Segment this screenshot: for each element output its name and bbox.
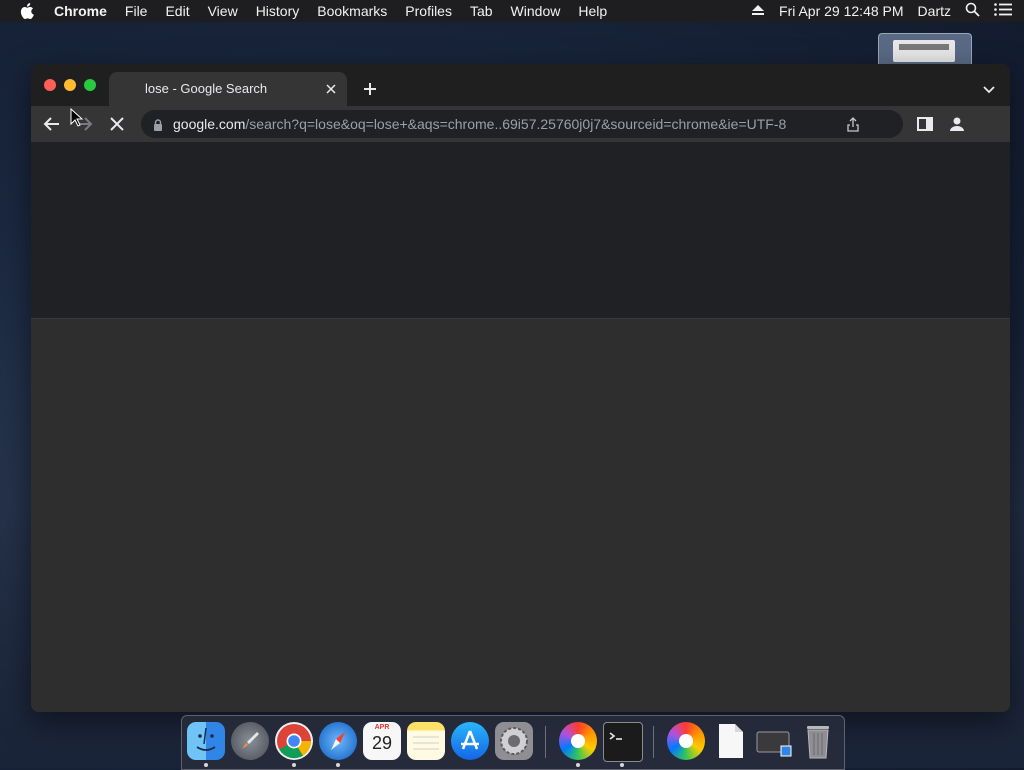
- page-header-area: [31, 142, 1010, 319]
- menu-tab[interactable]: Tab: [470, 3, 493, 19]
- window-zoom-button[interactable]: [84, 79, 96, 91]
- eject-icon[interactable]: [751, 3, 765, 19]
- finder-running-indicator: [204, 763, 208, 767]
- menu-view[interactable]: View: [208, 3, 238, 19]
- menu-bookmarks[interactable]: Bookmarks: [317, 3, 387, 19]
- menu-profiles[interactable]: Profiles: [405, 3, 452, 19]
- launchpad-icon[interactable]: [231, 722, 269, 760]
- finder-icon[interactable]: [187, 722, 225, 760]
- page-content-area: [31, 319, 1010, 712]
- new-tab-button[interactable]: [361, 80, 379, 98]
- menu-edit[interactable]: Edit: [165, 3, 189, 19]
- window-minimize-button[interactable]: [64, 79, 76, 91]
- dock-separator: [653, 726, 654, 758]
- spotlight-search-icon[interactable]: [965, 2, 980, 20]
- notes-icon[interactable]: [407, 722, 445, 760]
- color-picker-icon[interactable]: [559, 722, 597, 760]
- tab-close-icon[interactable]: [323, 81, 339, 97]
- share-icon[interactable]: [846, 116, 860, 132]
- tab-search-chevron-icon[interactable]: [982, 82, 996, 94]
- screenshot-thumbnail[interactable]: [878, 33, 972, 64]
- apple-menu-icon[interactable]: [20, 3, 36, 19]
- tab-active[interactable]: lose - Google Search: [109, 72, 347, 106]
- address-bar[interactable]: google.com/search?q=lose&oq=lose+&aqs=ch…: [141, 110, 903, 138]
- screen-icon[interactable]: [755, 722, 793, 760]
- terminal-icon[interactable]: [603, 722, 643, 762]
- menu-file[interactable]: File: [125, 3, 148, 19]
- menu-bar: Chrome File Edit View History Bookmarks …: [0, 0, 1024, 22]
- tab-strip: lose - Google Search: [31, 64, 1010, 106]
- menu-window[interactable]: Window: [511, 3, 561, 19]
- side-panel-button[interactable]: [915, 114, 935, 134]
- safari-icon[interactable]: [319, 722, 357, 760]
- url-text[interactable]: google.com/search?q=lose&oq=lose+&aqs=ch…: [173, 116, 786, 132]
- window-close-button[interactable]: [44, 79, 56, 91]
- calendar-icon[interactable]: APR 29: [363, 722, 401, 760]
- profile-avatar-button[interactable]: [947, 114, 967, 134]
- tab-title: lose - Google Search: [145, 81, 268, 96]
- menu-history[interactable]: History: [256, 3, 300, 19]
- clock-datetime[interactable]: Fri Apr 29 12:48 PM: [779, 3, 904, 19]
- trash-icon[interactable]: [799, 722, 837, 760]
- chrome-running-indicator: [292, 763, 296, 767]
- color-picker-icon[interactable]: [667, 722, 705, 760]
- chrome-icon[interactable]: [275, 722, 313, 760]
- notification-center-icon[interactable]: [994, 3, 1012, 19]
- document-icon[interactable]: [711, 722, 749, 760]
- app-store-icon[interactable]: [451, 722, 489, 760]
- back-button[interactable]: [42, 114, 62, 134]
- user-name[interactable]: Dartz: [918, 3, 951, 19]
- dock-separator: [545, 726, 546, 758]
- stop-loading-button[interactable]: [107, 114, 127, 134]
- browser-toolbar: google.com/search?q=lose&oq=lose+&aqs=ch…: [31, 106, 1010, 142]
- system-preferences-icon[interactable]: [495, 722, 533, 760]
- menu-help[interactable]: Help: [578, 3, 607, 19]
- mouse-cursor-icon: [70, 107, 84, 128]
- chrome-window: lose - Google Search google.com/search?q…: [31, 64, 1010, 712]
- dock: APR 29: [181, 715, 845, 770]
- calendar-day: 29: [371, 733, 393, 753]
- url-path: /search?q=lose&oq=lose+&aqs=chrome..69i5…: [245, 116, 787, 132]
- menu-app-name[interactable]: Chrome: [54, 3, 107, 19]
- calendar-month: APR: [374, 724, 390, 731]
- url-domain: google.com: [173, 116, 246, 132]
- color-picker-running-indicator: [576, 763, 580, 767]
- safari-running-indicator: [336, 763, 340, 767]
- terminal-running-indicator: [620, 763, 624, 767]
- lock-icon[interactable]: [153, 118, 163, 131]
